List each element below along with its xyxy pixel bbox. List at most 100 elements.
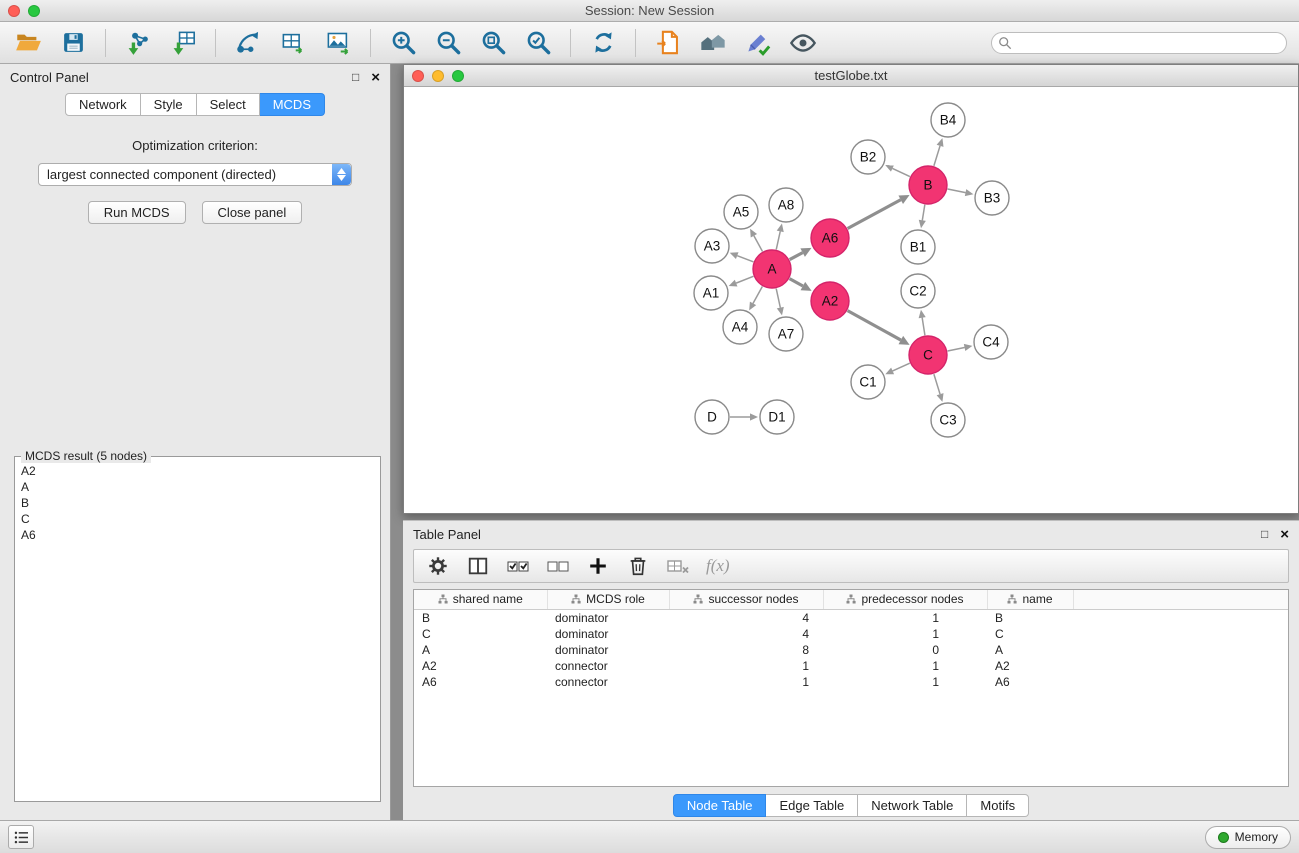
show-columns-button[interactable] bbox=[466, 554, 490, 578]
table-tab-network-table[interactable]: Network Table bbox=[858, 794, 967, 817]
network-window-titlebar[interactable]: testGlobe.txt bbox=[404, 65, 1298, 87]
run-mcds-button[interactable]: Run MCDS bbox=[88, 201, 186, 224]
save-session-button[interactable] bbox=[57, 27, 89, 59]
graph-node-A[interactable]: A bbox=[753, 250, 791, 288]
graph-edge-A-A2[interactable] bbox=[790, 279, 803, 286]
home-button[interactable] bbox=[697, 27, 729, 59]
network-canvas[interactable]: B4B2BB3A5A8A6B1A3AC2A1A2A4A7C4CC1C3DD1 bbox=[404, 87, 1298, 513]
graph-edge-A-A8[interactable] bbox=[776, 231, 780, 249]
graph-edge-B-B4[interactable] bbox=[934, 146, 940, 166]
mcds-result-item[interactable]: C bbox=[17, 511, 378, 527]
export-table-button[interactable] bbox=[277, 27, 309, 59]
column-header-predecessor-nodes[interactable]: predecessor nodes bbox=[823, 590, 987, 610]
graph-node-B1[interactable]: B1 bbox=[901, 230, 935, 264]
graph-node-A6[interactable]: A6 bbox=[811, 219, 849, 257]
graph-node-C4[interactable]: C4 bbox=[974, 325, 1008, 359]
graph-edge-C-C4[interactable] bbox=[948, 347, 965, 351]
export-image-button[interactable] bbox=[322, 27, 354, 59]
memory-button[interactable]: Memory bbox=[1205, 826, 1291, 849]
import-table-button[interactable] bbox=[167, 27, 199, 59]
zoom-fit-button[interactable] bbox=[477, 27, 509, 59]
close-table-panel-icon[interactable]: × bbox=[1280, 527, 1289, 542]
graph-node-B3[interactable]: B3 bbox=[975, 181, 1009, 215]
import-network-button[interactable] bbox=[122, 27, 154, 59]
task-history-button[interactable] bbox=[8, 825, 34, 849]
table-row[interactable]: Adominator80A bbox=[414, 642, 1288, 658]
graph-node-A8[interactable]: A8 bbox=[769, 188, 803, 222]
search-box[interactable] bbox=[991, 32, 1287, 54]
graph-node-A2[interactable]: A2 bbox=[811, 282, 849, 320]
close-network-button[interactable] bbox=[412, 70, 424, 82]
optimization-criterion-select[interactable]: largest connected component (directed) bbox=[38, 163, 352, 186]
graph-edge-B-B3[interactable] bbox=[948, 189, 966, 193]
column-header-shared-name[interactable]: shared name bbox=[414, 590, 547, 610]
control-tab-network[interactable]: Network bbox=[65, 93, 141, 116]
column-header-successor-nodes[interactable]: successor nodes bbox=[669, 590, 823, 610]
table-tab-motifs[interactable]: Motifs bbox=[967, 794, 1029, 817]
graph-edge-A-A4[interactable] bbox=[753, 287, 762, 304]
graph-node-D1[interactable]: D1 bbox=[760, 400, 794, 434]
function-builder-button[interactable]: f(x) bbox=[706, 554, 730, 578]
graph-node-A7[interactable]: A7 bbox=[769, 317, 803, 351]
close-window-button[interactable] bbox=[8, 5, 20, 17]
control-tab-style[interactable]: Style bbox=[141, 93, 197, 116]
graph-edge-C-C2[interactable] bbox=[922, 318, 925, 336]
float-panel-icon[interactable]: □ bbox=[352, 71, 359, 83]
graph-edge-A-A5[interactable] bbox=[754, 236, 763, 252]
close-panel-button[interactable]: Close panel bbox=[202, 201, 303, 224]
mcds-result-item[interactable]: B bbox=[17, 495, 378, 511]
graph-edge-B-B2[interactable] bbox=[892, 168, 909, 176]
graph-edge-C-C3[interactable] bbox=[934, 374, 940, 394]
graph-node-A3[interactable]: A3 bbox=[695, 229, 729, 263]
column-header-mcds-role[interactable]: MCDS role bbox=[547, 590, 669, 610]
graph-edge-A-A6[interactable] bbox=[790, 253, 803, 260]
delete-table-button[interactable] bbox=[666, 554, 690, 578]
delete-column-button[interactable] bbox=[626, 554, 650, 578]
graph-edge-B-B1[interactable] bbox=[922, 205, 925, 221]
table-row[interactable]: A6connector11A6 bbox=[414, 674, 1288, 690]
apply-style-button[interactable] bbox=[742, 27, 774, 59]
mcds-result-item[interactable]: A2 bbox=[17, 463, 378, 479]
zoom-window-button[interactable] bbox=[28, 5, 40, 17]
zoom-out-button[interactable] bbox=[432, 27, 464, 59]
deselect-all-button[interactable] bbox=[546, 554, 570, 578]
graph-edge-A6-B[interactable] bbox=[848, 200, 901, 229]
table-tab-node-table[interactable]: Node Table bbox=[673, 794, 767, 817]
graph-node-A5[interactable]: A5 bbox=[724, 195, 758, 229]
control-tab-select[interactable]: Select bbox=[197, 93, 260, 116]
graph-node-C2[interactable]: C2 bbox=[901, 274, 935, 308]
select-all-button[interactable] bbox=[506, 554, 530, 578]
graph-node-D[interactable]: D bbox=[695, 400, 729, 434]
graph-node-C3[interactable]: C3 bbox=[931, 403, 965, 437]
minimize-network-button[interactable] bbox=[432, 70, 444, 82]
mcds-result-item[interactable]: A bbox=[17, 479, 378, 495]
close-panel-icon[interactable]: × bbox=[371, 70, 380, 85]
control-tab-mcds[interactable]: MCDS bbox=[260, 93, 325, 116]
graph-edge-A-A7[interactable] bbox=[776, 289, 780, 308]
table-settings-button[interactable] bbox=[426, 554, 450, 578]
zoom-network-button[interactable] bbox=[452, 70, 464, 82]
mcds-result-item[interactable]: A6 bbox=[17, 527, 378, 543]
open-session-doc-button[interactable] bbox=[652, 27, 684, 59]
refresh-button[interactable] bbox=[587, 27, 619, 59]
graph-node-A1[interactable]: A1 bbox=[694, 276, 728, 310]
graph-node-B[interactable]: B bbox=[909, 166, 947, 204]
table-row[interactable]: A2connector11A2 bbox=[414, 658, 1288, 674]
table-row[interactable]: Bdominator41B bbox=[414, 610, 1288, 627]
add-column-button[interactable] bbox=[586, 554, 610, 578]
column-header-name[interactable]: name bbox=[987, 590, 1073, 610]
graph-edge-A-A3[interactable] bbox=[737, 256, 753, 262]
graph-edge-A-A1[interactable] bbox=[736, 276, 753, 283]
graph-node-B2[interactable]: B2 bbox=[851, 140, 885, 174]
show-graphics-details-button[interactable] bbox=[787, 27, 819, 59]
float-table-panel-icon[interactable]: □ bbox=[1261, 528, 1268, 540]
graph-edge-C-C1[interactable] bbox=[893, 363, 910, 371]
table-tab-edge-table[interactable]: Edge Table bbox=[766, 794, 858, 817]
table-row[interactable]: Cdominator41C bbox=[414, 626, 1288, 642]
graph-node-C[interactable]: C bbox=[909, 336, 947, 374]
open-file-button[interactable] bbox=[12, 27, 44, 59]
graph-node-B4[interactable]: B4 bbox=[931, 103, 965, 137]
new-network-button[interactable] bbox=[232, 27, 264, 59]
graph-node-A4[interactable]: A4 bbox=[723, 310, 757, 344]
node-table[interactable]: shared nameMCDS rolesuccessor nodesprede… bbox=[413, 589, 1289, 787]
